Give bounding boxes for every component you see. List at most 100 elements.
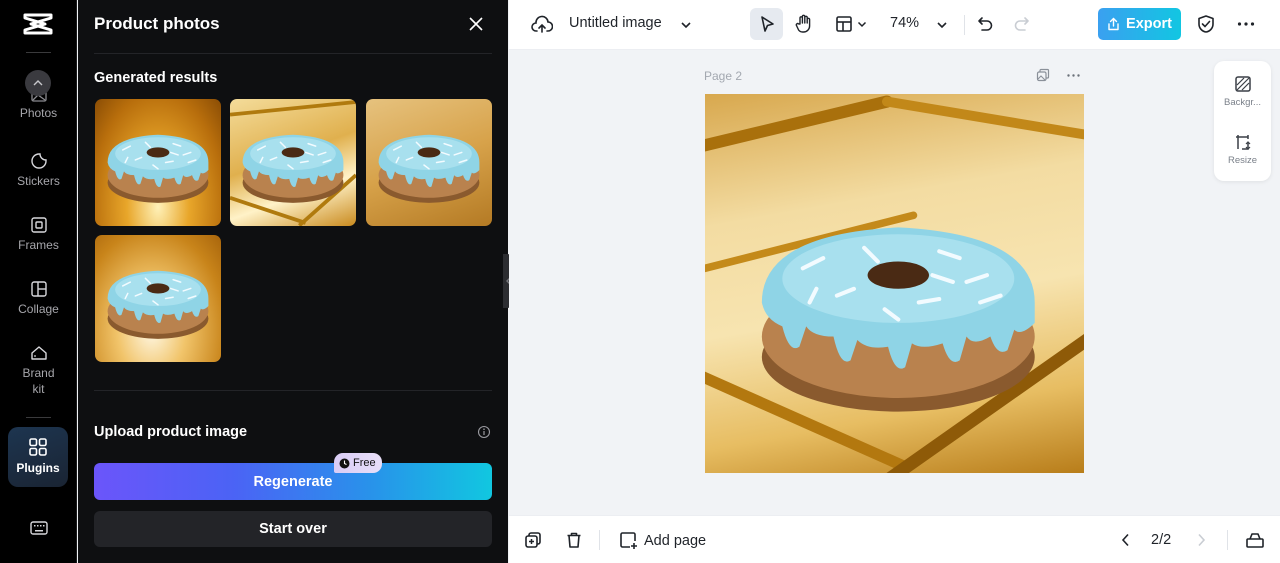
rail-item-label: Photos (19, 106, 58, 120)
security-button[interactable] (1195, 13, 1217, 35)
bottom-toolbar: Add page 2/2 (509, 515, 1280, 563)
export-label: Export (1126, 16, 1172, 32)
frame-icon (30, 217, 47, 233)
zoom-level[interactable]: 74% (890, 15, 919, 31)
capcut-logo[interactable] (22, 11, 54, 37)
add-page-icon (620, 532, 637, 549)
rail-item-label: Brand kit (22, 366, 55, 396)
rail-item-label: Plugins (16, 461, 60, 475)
copy-image-icon (1036, 68, 1050, 82)
result-thumbnail[interactable] (366, 99, 492, 226)
add-page-button[interactable]: Add page (619, 531, 706, 550)
regenerate-button[interactable]: Regenerate (94, 463, 492, 500)
pages-tray-icon (1246, 533, 1264, 548)
generated-results-label: Generated results (94, 70, 218, 86)
select-tool-button[interactable] (750, 8, 783, 40)
page-manager-button[interactable] (1244, 530, 1266, 550)
share-icon (1108, 17, 1119, 31)
top-toolbar: Untitled image 74% Export (509, 0, 1280, 50)
brand-kit-icon (30, 346, 47, 360)
scroll-up-button[interactable] (25, 70, 51, 96)
result-thumbnail[interactable] (95, 235, 221, 362)
info-icon[interactable] (477, 425, 491, 439)
page-label: Page 2 (704, 69, 743, 83)
rail-item-label: Frames (18, 238, 59, 252)
layout-menu-button[interactable] (832, 12, 870, 36)
rail-item-collage[interactable]: Collage (0, 280, 77, 317)
trash-icon (567, 532, 581, 548)
rail-item-plugins[interactable]: Plugins (8, 427, 68, 487)
page-more-button[interactable] (1065, 67, 1081, 83)
free-badge-text: Free (353, 457, 376, 469)
background-tool[interactable]: Backgr... (1214, 75, 1271, 108)
resize-tool-label: Resize (1227, 155, 1258, 166)
keyboard-icon (29, 521, 48, 535)
previous-page-button[interactable] (1115, 530, 1135, 550)
divider (964, 15, 965, 35)
divider (94, 390, 492, 391)
clock-icon (339, 458, 350, 468)
canvas-page-image[interactable] (705, 94, 1084, 473)
cloud-sync-button[interactable] (531, 13, 553, 37)
undo-icon (978, 17, 993, 31)
resize-icon (1235, 135, 1250, 150)
title-menu-button[interactable] (677, 16, 695, 34)
divider (599, 530, 600, 550)
donut-product-photo (705, 95, 1084, 473)
delete-page-button[interactable] (564, 530, 584, 550)
undo-button[interactable] (974, 13, 996, 35)
redo-button[interactable] (1011, 13, 1033, 35)
keyboard-shortcuts-button[interactable] (0, 520, 77, 539)
next-page-button[interactable] (1191, 530, 1211, 550)
donut-image (230, 100, 356, 226)
more-options-button[interactable] (1235, 13, 1257, 35)
donut-image (366, 99, 492, 226)
close-icon[interactable] (466, 14, 486, 34)
result-thumbnail[interactable] (230, 99, 356, 226)
layout-icon (836, 16, 852, 32)
start-over-button[interactable]: Start over (94, 511, 492, 547)
rail-item-label: Collage (18, 302, 59, 316)
chevron-down-icon (681, 22, 691, 29)
product-photos-panel: Product photos Generated results Upload … (78, 0, 508, 563)
background-icon (1234, 76, 1251, 92)
duplicate-page-button[interactable] (1035, 67, 1051, 83)
chevron-right-icon (1197, 533, 1205, 547)
chevron-down-icon (937, 22, 947, 29)
divider (94, 53, 492, 54)
duplicate-page-bottom-button[interactable] (523, 530, 543, 550)
export-button[interactable]: Export (1098, 8, 1181, 40)
rail-item-frames[interactable]: Frames (0, 216, 77, 253)
shield-check-icon (1198, 15, 1214, 33)
free-badge: Free (334, 453, 382, 473)
app-root: Photos Stickers Frames Collage Brand kit… (0, 0, 1280, 563)
donut-image (95, 235, 221, 362)
add-page-label: Add page (644, 532, 707, 549)
more-horizontal-icon (1066, 73, 1080, 77)
upload-product-image-label: Upload product image (94, 424, 248, 440)
duplicate-icon (525, 532, 541, 548)
resize-tool[interactable]: Resize (1214, 133, 1271, 166)
chevron-down-icon (857, 21, 867, 27)
page-indicator: 2/2 (1151, 532, 1172, 548)
rail-divider (26, 52, 51, 53)
chevron-up-icon (33, 80, 43, 86)
plugins-icon (29, 438, 47, 456)
hand-icon (795, 14, 811, 33)
hand-tool-button[interactable] (792, 12, 816, 36)
document-title[interactable]: Untitled image (569, 15, 662, 31)
result-thumbnail[interactable] (95, 99, 221, 226)
redo-icon (1014, 17, 1029, 31)
zoom-menu-button[interactable] (933, 16, 951, 34)
rail-item-stickers[interactable]: Stickers (0, 152, 77, 189)
rail-item-brand-kit[interactable]: Brand kit (0, 344, 77, 397)
cloud-upload-icon (531, 15, 553, 33)
left-rail: Photos Stickers Frames Collage Brand kit… (0, 0, 77, 563)
divider (1227, 530, 1228, 550)
sticker-icon (30, 153, 47, 169)
canvas-area: Page 2 Backgr... Resize (509, 51, 1280, 515)
background-tool-label: Backgr... (1224, 97, 1261, 108)
donut-image (95, 99, 221, 226)
rail-divider (26, 417, 51, 418)
panel-title: Product photos (94, 14, 220, 33)
